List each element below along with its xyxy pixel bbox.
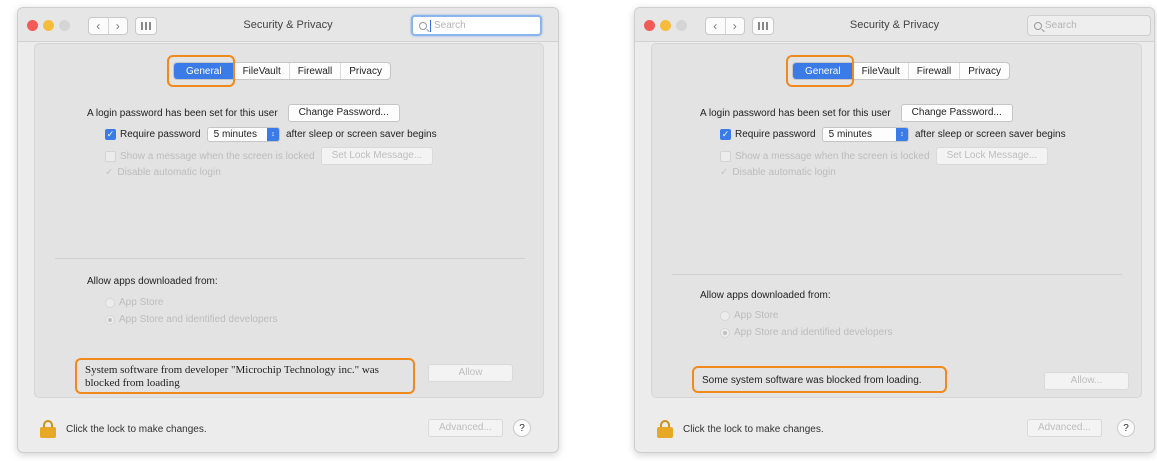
- help-button[interactable]: ?: [1117, 419, 1135, 437]
- allow-button[interactable]: Allow...: [1044, 372, 1129, 390]
- tab-firewall[interactable]: Firewall: [907, 63, 959, 79]
- radio-app-store-label: App Store: [734, 310, 779, 321]
- lock-icon[interactable]: [40, 420, 56, 438]
- allow-apps-heading-text: Allow apps downloaded from:: [87, 276, 218, 287]
- chevron-up-down-icon: ↕: [895, 128, 908, 141]
- title-bar: ‹ › Security & Privacy Search: [635, 8, 1154, 42]
- search-field[interactable]: Search: [411, 15, 542, 36]
- require-password-row: ✓ Require password 5 minutes ↕ after sle…: [720, 127, 1066, 142]
- change-password-button[interactable]: Change Password...: [900, 104, 1013, 122]
- show-message-row: Show a message when the screen is locked…: [105, 147, 434, 165]
- blocked-message-line2: blocked from loading: [85, 377, 180, 389]
- disable-login-row: ✓ Disable automatic login: [720, 167, 836, 178]
- chevron-up-down-icon: ↕: [266, 128, 279, 141]
- allow-apps-heading: Allow apps downloaded from:: [87, 276, 218, 287]
- require-password-checkbox[interactable]: ✓: [720, 129, 731, 140]
- search-field[interactable]: Search: [1027, 15, 1151, 36]
- search-icon: [1034, 21, 1042, 30]
- require-password-row: ✓ Require password 5 minutes ↕ after sle…: [105, 127, 437, 142]
- general-pane: General FileVault Firewall Privacy A log…: [651, 43, 1142, 398]
- tab-filevault[interactable]: FileVault: [852, 63, 908, 79]
- login-password-text: A login password has been set for this u…: [700, 107, 891, 119]
- allow-option-app-store[interactable]: App Store: [105, 297, 163, 308]
- radio-app-store[interactable]: [105, 297, 115, 308]
- search-icon: [419, 21, 427, 30]
- general-pane: General FileVault Firewall Privacy A log…: [34, 43, 544, 398]
- blocked-message: System software from developer "Microchi…: [85, 364, 410, 390]
- section-divider: [55, 258, 525, 259]
- text-caret: [430, 19, 431, 32]
- checkmark-icon: ✓: [720, 167, 729, 178]
- tab-firewall[interactable]: Firewall: [288, 63, 340, 79]
- security-privacy-window-left: ‹ › Security & Privacy Search General Fi…: [17, 7, 559, 453]
- section-divider: [672, 274, 1122, 275]
- require-password-suffix: after sleep or screen saver begins: [914, 129, 1066, 140]
- set-lock-message-button[interactable]: Set Lock Message...: [320, 147, 434, 165]
- radio-identified-label: App Store and identified developers: [119, 314, 278, 325]
- title-bar: ‹ › Security & Privacy Search: [18, 8, 558, 42]
- tab-privacy[interactable]: Privacy: [340, 63, 390, 79]
- allow-apps-heading: Allow apps downloaded from:: [700, 290, 831, 301]
- require-password-select[interactable]: 5 minutes ↕: [821, 127, 909, 142]
- radio-identified-developers[interactable]: [720, 327, 730, 338]
- security-privacy-window-right: ‹ › Security & Privacy Search General Fi…: [634, 7, 1155, 453]
- disable-login-label: Disable automatic login: [117, 167, 221, 178]
- require-password-value: 5 minutes: [828, 129, 872, 140]
- general-tab-highlight: [786, 55, 854, 87]
- show-message-label: Show a message when the screen is locked: [735, 150, 930, 162]
- advanced-button[interactable]: Advanced...: [428, 419, 503, 437]
- show-message-checkbox[interactable]: [105, 150, 116, 162]
- login-password-row: A login password has been set for this u…: [700, 104, 1013, 122]
- require-password-suffix: after sleep or screen saver begins: [285, 129, 437, 140]
- disable-login-label: Disable automatic login: [732, 167, 836, 178]
- allow-option-identified[interactable]: App Store and identified developers: [720, 327, 892, 338]
- radio-identified-developers[interactable]: [105, 314, 115, 325]
- allow-apps-heading-text: Allow apps downloaded from:: [700, 290, 831, 301]
- show-message-label: Show a message when the screen is locked: [120, 150, 315, 162]
- radio-app-store-label: App Store: [119, 297, 164, 308]
- disable-login-row: ✓ Disable automatic login: [105, 167, 221, 178]
- lock-icon[interactable]: [657, 420, 673, 438]
- radio-identified-label: App Store and identified developers: [734, 327, 893, 338]
- login-password-text: A login password has been set for this u…: [87, 107, 278, 119]
- advanced-button[interactable]: Advanced...: [1027, 419, 1102, 437]
- change-password-button[interactable]: Change Password...: [287, 104, 400, 122]
- footer: Click the lock to make changes. Advanced…: [635, 412, 1154, 452]
- require-password-value: 5 minutes: [213, 129, 257, 140]
- search-placeholder: Search: [1045, 20, 1077, 31]
- show-message-row: Show a message when the screen is locked…: [720, 147, 1049, 165]
- radio-app-store[interactable]: [720, 310, 730, 321]
- checkmark-icon: ✓: [105, 167, 114, 178]
- require-password-select[interactable]: 5 minutes ↕: [206, 127, 280, 142]
- login-password-row: A login password has been set for this u…: [87, 104, 400, 122]
- allow-option-identified[interactable]: App Store and identified developers: [105, 314, 277, 325]
- allow-button[interactable]: Allow: [428, 364, 513, 382]
- lock-text: Click the lock to make changes.: [66, 424, 207, 435]
- require-password-checkbox[interactable]: ✓: [105, 129, 116, 140]
- require-password-label: Require password: [735, 129, 816, 140]
- tab-privacy[interactable]: Privacy: [959, 63, 1009, 79]
- tab-filevault[interactable]: FileVault: [233, 63, 289, 79]
- blocked-message-line1: System software from developer "Microchi…: [85, 364, 379, 376]
- blocked-message: Some system software was blocked from lo…: [702, 375, 922, 386]
- lock-text: Click the lock to make changes.: [683, 424, 824, 435]
- set-lock-message-button[interactable]: Set Lock Message...: [935, 147, 1049, 165]
- search-placeholder: Search: [434, 20, 466, 31]
- general-tab-highlight: [167, 55, 235, 87]
- show-message-checkbox[interactable]: [720, 150, 731, 162]
- allow-option-app-store[interactable]: App Store: [720, 310, 778, 321]
- footer: Click the lock to make changes. Advanced…: [18, 412, 558, 452]
- require-password-label: Require password: [120, 129, 201, 140]
- help-button[interactable]: ?: [513, 419, 531, 437]
